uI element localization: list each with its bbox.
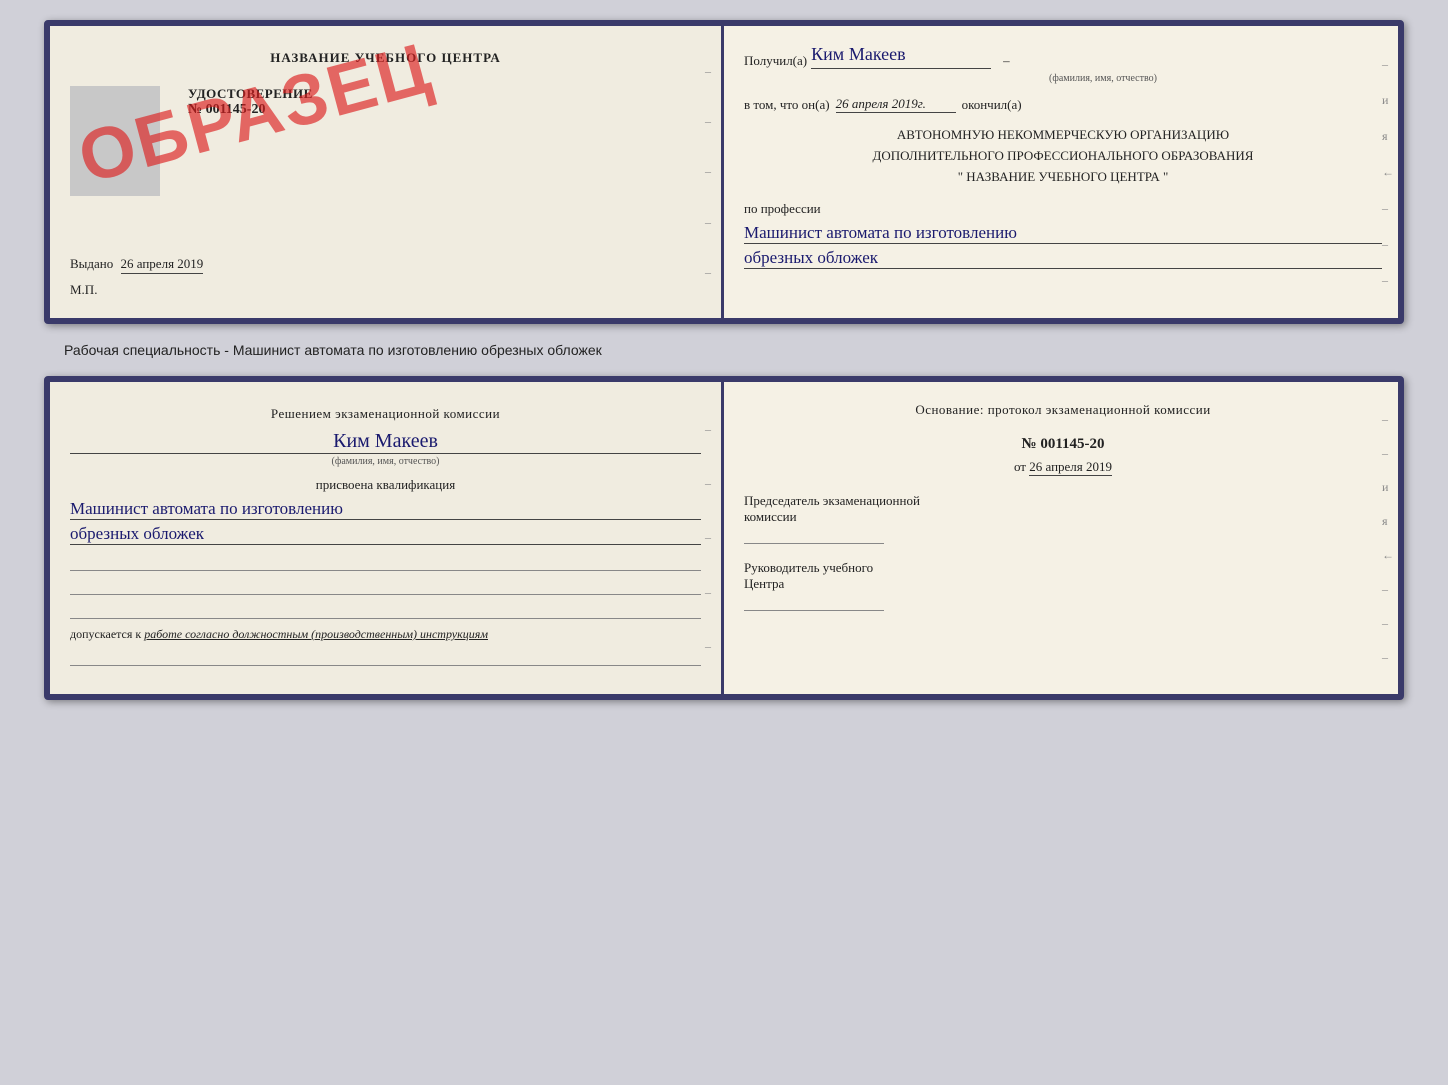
dash-after-name: – bbox=[1003, 53, 1010, 69]
right-dash-6: – bbox=[1382, 237, 1392, 252]
chairman-block: Председатель экзаменационной комиссии bbox=[744, 493, 1382, 544]
poluchil-line: Получил(а) Ким Макеев – bbox=[744, 44, 1382, 69]
chairman-sign-line bbox=[744, 543, 884, 544]
bottom-right-dash-7: – bbox=[1382, 616, 1392, 631]
bottom-right-dash-1: – bbox=[1382, 412, 1392, 427]
rukovoditel-line2: Центра bbox=[744, 576, 1382, 592]
poluchil-label: Получил(а) bbox=[744, 53, 807, 69]
vtom-line: в том, что он(а) 26 апреля 2019г. окончи… bbox=[744, 96, 1382, 113]
protocol-number: № 001145-20 bbox=[744, 436, 1382, 453]
udostoverenie-number: № 001145-20 bbox=[188, 102, 313, 118]
fio-label-top: (фамилия, имя, отчество) bbox=[824, 73, 1382, 84]
dopusk-text: работе согласно должностным (производств… bbox=[144, 627, 488, 641]
right-dash-4: ← bbox=[1382, 165, 1392, 180]
recipient-name: Ким Макеев bbox=[811, 44, 991, 69]
side-dash-2: – bbox=[705, 114, 715, 129]
chairman-line2: комиссии bbox=[744, 509, 1382, 525]
dopuskaetsya-line: допускается к работе согласно должностны… bbox=[70, 627, 701, 642]
top-doc-left: НАЗВАНИЕ УЧЕБНОГО ЦЕНТРА УДОСТОВЕРЕНИЕ №… bbox=[50, 26, 724, 318]
bottom-right-dash-5: ← bbox=[1382, 548, 1392, 563]
blank-line-2 bbox=[70, 579, 701, 595]
rukovoditel-line1: Руководитель учебного bbox=[744, 560, 1382, 576]
top-doc-right: Получил(а) Ким Макеев – (фамилия, имя, о… bbox=[724, 26, 1398, 318]
protocol-date: 26 апреля 2019 bbox=[1029, 459, 1112, 476]
bottom-right-dash-4: я bbox=[1382, 514, 1392, 529]
mp-line: М.П. bbox=[70, 282, 701, 298]
vydano-date: 26 апреля 2019 bbox=[121, 256, 204, 274]
blank-line-4 bbox=[70, 650, 701, 666]
dopuskaetsya-text: допускается к bbox=[70, 627, 141, 641]
bottom-left-dash-1: – bbox=[705, 422, 715, 437]
prof-name1: Машинист автомата по изготовлению bbox=[744, 223, 1382, 244]
bottom-document: Решением экзаменационной комиссии Ким Ма… bbox=[44, 376, 1404, 700]
bottom-doc-right: Основание: протокол экзаменационной коми… bbox=[724, 382, 1398, 694]
kval-name2: обрезных обложек bbox=[70, 524, 701, 545]
org-line2: ДОПОЛНИТЕЛЬНОГО ПРОФЕССИОНАЛЬНОГО ОБРАЗО… bbox=[744, 146, 1382, 167]
org-line1: АВТОНОМНУЮ НЕКОММЕРЧЕСКУЮ ОРГАНИЗАЦИЮ bbox=[744, 125, 1382, 146]
side-dash-5: – bbox=[705, 265, 715, 280]
right-dash-1: – bbox=[1382, 57, 1392, 72]
rukovoditel-sign-line bbox=[744, 610, 884, 611]
right-dash-3: я bbox=[1382, 129, 1392, 144]
prof-label: по профессии bbox=[744, 201, 1382, 217]
blank-line-3 bbox=[70, 603, 701, 619]
top-document: НАЗВАНИЕ УЧЕБНОГО ЦЕНТРА УДОСТОВЕРЕНИЕ №… bbox=[44, 20, 1404, 324]
side-dash-3: – bbox=[705, 164, 715, 179]
bottom-left-dash-2: – bbox=[705, 476, 715, 491]
bottom-right-dash-3: и bbox=[1382, 480, 1392, 495]
kim-makeev-bottom: Ким Макеев bbox=[70, 430, 701, 454]
ot-label: от bbox=[1014, 459, 1026, 474]
top-left-title: НАЗВАНИЕ УЧЕБНОГО ЦЕНТРА bbox=[70, 50, 701, 66]
org-quote: " НАЗВАНИЕ УЧЕБНОГО ЦЕНТРА " bbox=[744, 167, 1382, 188]
vydano-line: Выдано 26 апреля 2019 bbox=[70, 256, 701, 272]
org-block: АВТОНОМНУЮ НЕКОММЕРЧЕСКУЮ ОРГАНИЗАЦИЮ ДО… bbox=[744, 125, 1382, 187]
prof-name2: обрезных обложек bbox=[744, 248, 1382, 269]
udostoverenie-label: УДОСТОВЕРЕНИЕ bbox=[188, 86, 313, 102]
rukovoditel-block: Руководитель учебного Центра bbox=[744, 560, 1382, 611]
bottom-left-dash-5: – bbox=[705, 639, 715, 654]
blank-line-1 bbox=[70, 555, 701, 571]
photo-placeholder bbox=[70, 86, 160, 196]
bottom-right-dash-2: – bbox=[1382, 446, 1392, 461]
right-dash-7: – bbox=[1382, 273, 1392, 288]
vydano-label: Выдано bbox=[70, 256, 113, 271]
vtom-label: в том, что он(а) bbox=[744, 97, 830, 113]
right-dash-2: и bbox=[1382, 93, 1392, 108]
caption-text: Рабочая специальность - Машинист автомат… bbox=[64, 342, 602, 358]
okonchil-label: окончил(а) bbox=[962, 97, 1022, 113]
bottom-right-dash-8: – bbox=[1382, 650, 1392, 665]
chairman-line1: Председатель экзаменационной bbox=[744, 493, 1382, 509]
side-dash-4: – bbox=[705, 215, 715, 230]
bottom-right-dash-6: – bbox=[1382, 582, 1392, 597]
side-dash-1: – bbox=[705, 64, 715, 79]
right-dash-5: – bbox=[1382, 201, 1392, 216]
bottom-left-dash-3: – bbox=[705, 530, 715, 545]
ot-date: от 26 апреля 2019 bbox=[744, 459, 1382, 475]
resheniye-title: Решением экзаменационной комиссии bbox=[70, 406, 701, 422]
kval-name1: Машинист автомата по изготовлению bbox=[70, 499, 701, 520]
osnovanie-title: Основание: протокол экзаменационной коми… bbox=[744, 400, 1382, 420]
bottom-doc-left: Решением экзаменационной комиссии Ким Ма… bbox=[50, 382, 724, 694]
bottom-left-dash-4: – bbox=[705, 585, 715, 600]
vtom-date: 26 апреля 2019г. bbox=[836, 96, 956, 113]
fio-label-bottom: (фамилия, имя, отчество) bbox=[70, 456, 701, 467]
prisvoena-line: присвоена квалификация bbox=[70, 477, 701, 493]
